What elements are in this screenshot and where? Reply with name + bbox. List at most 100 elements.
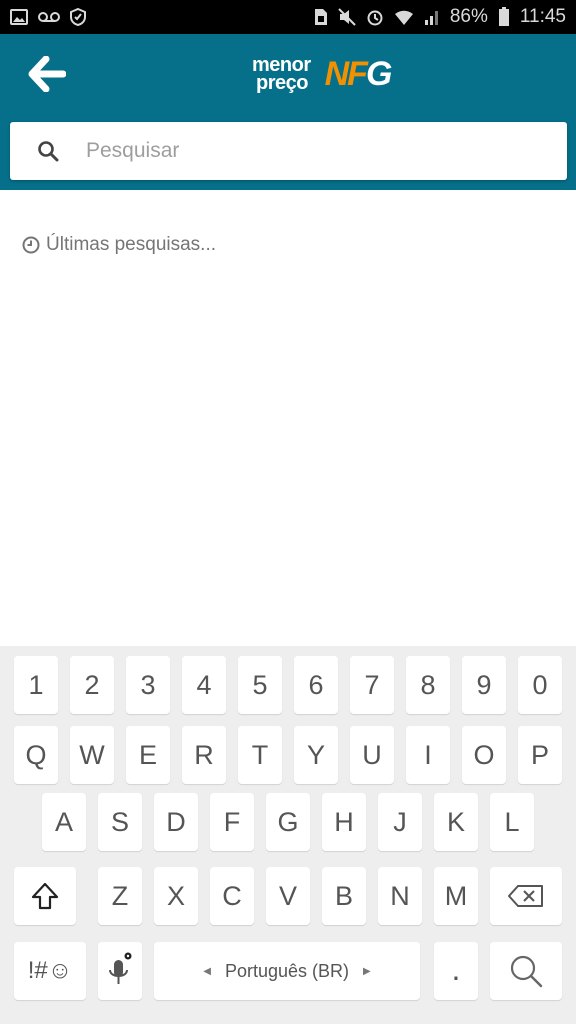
- letter-key-c[interactable]: C: [210, 867, 254, 925]
- number-key-9[interactable]: 9: [462, 656, 506, 714]
- letter-key-g[interactable]: G: [266, 793, 310, 851]
- space-key[interactable]: ◀ Português (BR) ▶: [154, 942, 420, 1000]
- letter-key-q[interactable]: Q: [14, 726, 58, 784]
- letter-key-a[interactable]: A: [42, 793, 86, 851]
- number-key-0[interactable]: 0: [518, 656, 562, 714]
- search-input[interactable]: [86, 122, 567, 180]
- search-icon[interactable]: [10, 122, 86, 180]
- key-label: 1: [28, 669, 44, 700]
- letter-key-o[interactable]: O: [462, 726, 506, 784]
- alarm-icon: [366, 8, 384, 26]
- recent-searches[interactable]: Últimas pesquisas...: [22, 234, 216, 256]
- letter-key-t[interactable]: T: [238, 726, 282, 784]
- number-key-1[interactable]: 1: [14, 656, 58, 714]
- key-label: G: [277, 806, 299, 837]
- logo-line-2: preço: [256, 72, 308, 94]
- clock: 11:45: [519, 6, 566, 27]
- search-key-icon: [510, 955, 543, 988]
- key-label: 8: [420, 669, 436, 700]
- backspace-key[interactable]: [490, 867, 562, 925]
- signal-icon: [424, 8, 440, 26]
- number-key-3[interactable]: 3: [126, 656, 170, 714]
- key-label: 5: [252, 669, 268, 700]
- number-key-5[interactable]: 5: [238, 656, 282, 714]
- letter-key-i[interactable]: I: [406, 726, 450, 784]
- key-label: N: [390, 880, 410, 911]
- shift-key[interactable]: [14, 867, 76, 925]
- key-label: F: [223, 806, 241, 837]
- logo-mark: NFG: [325, 55, 393, 93]
- number-key-7[interactable]: 7: [350, 656, 394, 714]
- shield-icon: [70, 8, 86, 26]
- letter-key-e[interactable]: E: [126, 726, 170, 784]
- key-label: X: [166, 880, 185, 911]
- letter-key-l[interactable]: L: [490, 793, 534, 851]
- key-label: K: [446, 806, 465, 837]
- app-header: menor preço NFG: [0, 34, 576, 190]
- key-label: 3: [140, 669, 156, 700]
- key-label: 7: [364, 669, 380, 700]
- search-key[interactable]: [490, 942, 562, 1000]
- letter-key-f[interactable]: F: [210, 793, 254, 851]
- key-label: E: [138, 739, 157, 770]
- key-label: I: [424, 739, 432, 770]
- key-label: 4: [196, 669, 212, 700]
- letter-key-j[interactable]: J: [378, 793, 422, 851]
- key-label: V: [278, 880, 297, 911]
- key-label: Q: [25, 739, 47, 770]
- key-label: L: [504, 806, 520, 837]
- arrow-left-icon: [28, 56, 66, 92]
- letter-key-z[interactable]: Z: [98, 867, 142, 925]
- letter-key-d[interactable]: D: [154, 793, 198, 851]
- caret-right-icon: ▶: [363, 965, 371, 977]
- key-label: M: [444, 880, 468, 911]
- letter-key-h[interactable]: H: [322, 793, 366, 851]
- letter-key-u[interactable]: U: [350, 726, 394, 784]
- key-label: T: [251, 739, 269, 770]
- symbols-key[interactable]: !#☺: [14, 942, 86, 1000]
- period-key-label: .: [451, 951, 461, 987]
- number-key-4[interactable]: 4: [182, 656, 226, 714]
- letter-key-b[interactable]: B: [322, 867, 366, 925]
- letter-key-n[interactable]: N: [378, 867, 422, 925]
- number-key-6[interactable]: 6: [294, 656, 338, 714]
- letter-key-v[interactable]: V: [266, 867, 310, 925]
- letter-key-p[interactable]: P: [518, 726, 562, 784]
- key-label: 0: [532, 669, 548, 700]
- period-key[interactable]: .: [434, 942, 478, 1000]
- key-label: U: [362, 739, 382, 770]
- backspace-icon: [508, 885, 543, 907]
- status-bar: 86% 11:45: [0, 0, 576, 34]
- app-logo: menor preço NFG: [252, 52, 393, 96]
- shift-icon: [31, 882, 59, 910]
- number-key-2[interactable]: 2: [70, 656, 114, 714]
- search-bar: [10, 122, 567, 180]
- logo-wordmark: menor preço: [252, 55, 311, 94]
- key-label: O: [473, 739, 495, 770]
- wifi-icon: [394, 8, 414, 26]
- space-key-label: Português (BR): [224, 960, 350, 981]
- key-label: R: [194, 739, 214, 770]
- letter-key-k[interactable]: K: [434, 793, 478, 851]
- key-label: Z: [111, 880, 129, 911]
- logo-mark-g: G: [365, 55, 392, 93]
- microphone-key[interactable]: [98, 942, 142, 1000]
- sim-icon: [314, 8, 328, 26]
- letter-key-r[interactable]: R: [182, 726, 226, 784]
- caret-left-icon: ◀: [203, 965, 211, 977]
- key-label: P: [530, 739, 549, 770]
- letter-key-y[interactable]: Y: [294, 726, 338, 784]
- letter-key-x[interactable]: X: [154, 867, 198, 925]
- key-label: 6: [308, 669, 324, 700]
- key-label: H: [334, 806, 354, 837]
- back-button[interactable]: [24, 54, 70, 94]
- letter-key-w[interactable]: W: [70, 726, 114, 784]
- key-label: W: [79, 739, 105, 770]
- battery-icon: [498, 7, 510, 27]
- letter-key-m[interactable]: M: [434, 867, 478, 925]
- clock-icon: [22, 236, 40, 254]
- gallery-icon: [10, 9, 28, 25]
- key-label: J: [393, 806, 407, 837]
- letter-key-s[interactable]: S: [98, 793, 142, 851]
- number-key-8[interactable]: 8: [406, 656, 450, 714]
